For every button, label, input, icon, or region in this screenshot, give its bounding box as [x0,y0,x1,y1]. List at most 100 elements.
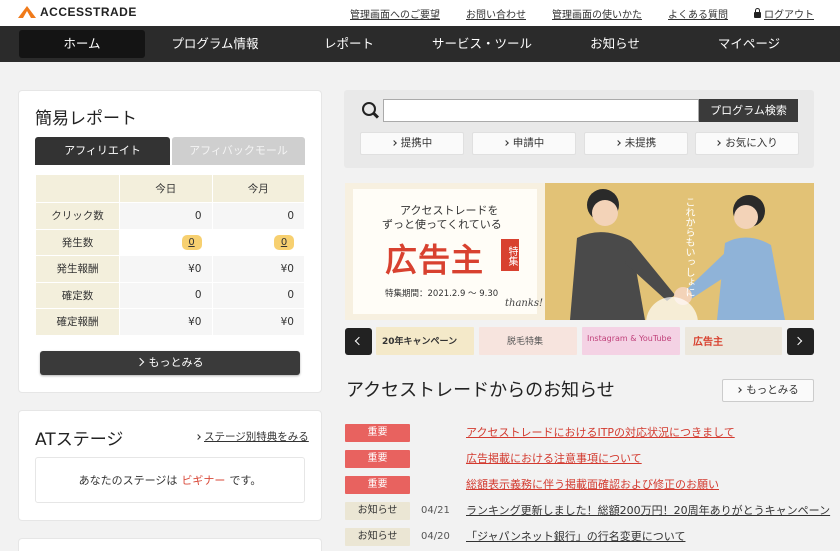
row-label: クリック数 [35,202,120,230]
news-more-button[interactable]: もっとみる [722,379,814,402]
thumbnail-label: 広告主 [693,337,723,348]
banner-thanks: thanks! [505,298,544,309]
nav-notices[interactable]: お知らせ [560,30,670,58]
filter-partnered[interactable]: 提携中 [360,132,464,155]
nav-mypage[interactable]: マイページ [690,30,808,58]
logout-label: ログアウト [764,10,814,21]
report-table: 今日 今月 クリック数 0 0 発生数 0 0 発生報酬 ¥0 ¥0 確定数 0… [35,174,305,336]
table-header-row: 今日 今月 [35,174,305,203]
filter-favorites[interactable]: お気に入り [695,132,799,155]
occurrence-today-link[interactable]: 0 [181,234,202,250]
banner-tokushu: 特集 [501,239,519,271]
col-month: 今月 [211,174,305,203]
news-item: お知らせ 04/21 ランキング更新しました！総額200万円！20周年ありがとう… [345,502,830,520]
next-panel [18,538,322,551]
row-label: 発生報酬 [35,255,120,283]
logo[interactable]: ACCESSTRADE [18,5,137,19]
chevron-right-icon [793,336,803,346]
nav-report[interactable]: レポート [290,30,408,58]
thumbnail-2[interactable]: 脱毛特集 [479,327,577,355]
news-tag: 重要 [345,424,410,442]
news-date: 04/20 [421,531,450,542]
news-tag: 重要 [345,476,410,494]
tab-affiliate[interactable]: アフィリエイト [35,137,170,165]
link-contact[interactable]: お問い合わせ [466,6,526,21]
news-link[interactable]: ランキング更新しました！総額200万円！20周年ありがとうキャンペーン [466,502,830,520]
stage-title: ATステージ [35,430,124,450]
link-faq[interactable]: よくある質問 [668,6,728,21]
nav-services[interactable]: サービス・ツール [418,30,546,58]
banner-bubble: これからもいっしょに [683,197,694,297]
logo-mark-icon [18,6,36,18]
thumbnail-label: 20年キャンペーン [382,337,458,347]
nav-home[interactable]: ホーム [19,30,145,58]
search-input[interactable] [383,99,699,122]
chevron-right-icon [135,357,144,367]
tab-affiback[interactable]: アフィバックモール [172,137,305,165]
table-corner [35,174,120,203]
filter-label: お気に入り [725,137,778,149]
report-more-button[interactable]: もっとみる [40,351,300,375]
news-item: 重要 広告掲載における注意事項について [345,450,814,468]
news-tag: お知らせ [345,502,410,520]
table-row: 確定数 0 0 [35,281,305,309]
lock-icon [754,8,761,18]
nav-programs[interactable]: プログラム情報 [155,30,275,58]
top-header: ACCESSTRADE 管理画面へのご要望 お問い合わせ 管理画面の使いかた よ… [0,0,840,26]
cell-value: 0 [211,228,305,256]
news-item: 重要 総額表示義務に伴う掲載面確認および修正のお願い [345,476,814,494]
report-more-label: もっとみる [148,356,204,369]
table-row: 確定報酬 ¥0 ¥0 [35,308,305,336]
chevron-right-icon [195,434,201,440]
news-link[interactable]: 「ジャパンネット銀行」の行名変更について [466,528,685,546]
thumbnail-3[interactable]: Instagram & YouTube [582,327,680,355]
news-link[interactable]: 広告掲載における注意事項について [466,450,642,468]
news-title: アクセストレードからのお知らせ [346,380,615,401]
stage-suffix: です。 [229,474,262,487]
chevron-left-icon [354,336,364,346]
filter-label: 提携中 [400,137,433,149]
row-label: 発生数 [35,228,120,256]
cell-value: ¥0 [119,255,213,283]
link-feedback[interactable]: 管理画面へのご要望 [350,6,440,21]
advertiser-feature-banner[interactable]: アクセストレードを ずっと使ってくれている 広告主 特集 特集期間：2021.2… [345,183,814,320]
banner-line2: ずっと使ってくれている [382,218,502,231]
chevron-right-icon [390,140,397,146]
report-title: 簡易レポート [35,109,137,129]
occurrence-month-link[interactable]: 0 [274,234,294,250]
stage-benefits-label: ステージ別特典をみる [204,431,309,443]
carousel-prev-button[interactable] [345,328,372,355]
col-today: 今日 [119,174,213,203]
news-date: 04/21 [421,505,450,516]
chevron-right-icon [502,140,509,146]
news-link[interactable]: アクセストレードにおけるITPの対応状況につきまして [466,424,735,442]
banner-period: 特集期間：2021.2.9 〜 9.30 [385,289,499,299]
chevron-right-icon [736,387,743,393]
filter-unpartnered[interactable]: 未提携 [584,132,688,155]
header-links: 管理画面へのご要望 お問い合わせ 管理画面の使いかた よくある質問 ログアウト [350,6,814,21]
logout-link[interactable]: ログアウト [754,6,814,21]
news-tag: 重要 [345,450,410,468]
cell-value: 0 [211,281,305,309]
link-guide[interactable]: 管理画面の使いかた [552,6,642,21]
search-icon [362,102,376,116]
stage-status-box: あなたのステージは ビギナー です。 [35,457,305,503]
carousel-next-button[interactable] [787,328,814,355]
thumbnail-1[interactable]: 20年キャンペーン [376,327,474,355]
chevron-right-icon [614,140,621,146]
stage-prefix: あなたのステージは [78,474,178,487]
stage-level: ビギナー [181,474,226,487]
thumbnail-4[interactable]: 広告主 [685,327,782,355]
thumbnail-label: 脱毛特集 [507,337,544,347]
filter-applying[interactable]: 申請中 [472,132,576,155]
cell-value: 0 [119,202,213,230]
stage-benefits-link[interactable]: ステージ別特典をみる [195,429,309,444]
program-search-button[interactable]: プログラム検索 [699,99,798,122]
news-link[interactable]: 総額表示義務に伴う掲載面確認および修正のお願い [466,476,719,494]
news-more-label: もっとみる [746,384,799,396]
cell-value: ¥0 [211,308,305,336]
table-row: クリック数 0 0 [35,202,305,230]
filter-label: 申請中 [512,137,545,149]
table-row: 発生数 0 0 [35,228,305,256]
chevron-right-icon [715,140,722,146]
